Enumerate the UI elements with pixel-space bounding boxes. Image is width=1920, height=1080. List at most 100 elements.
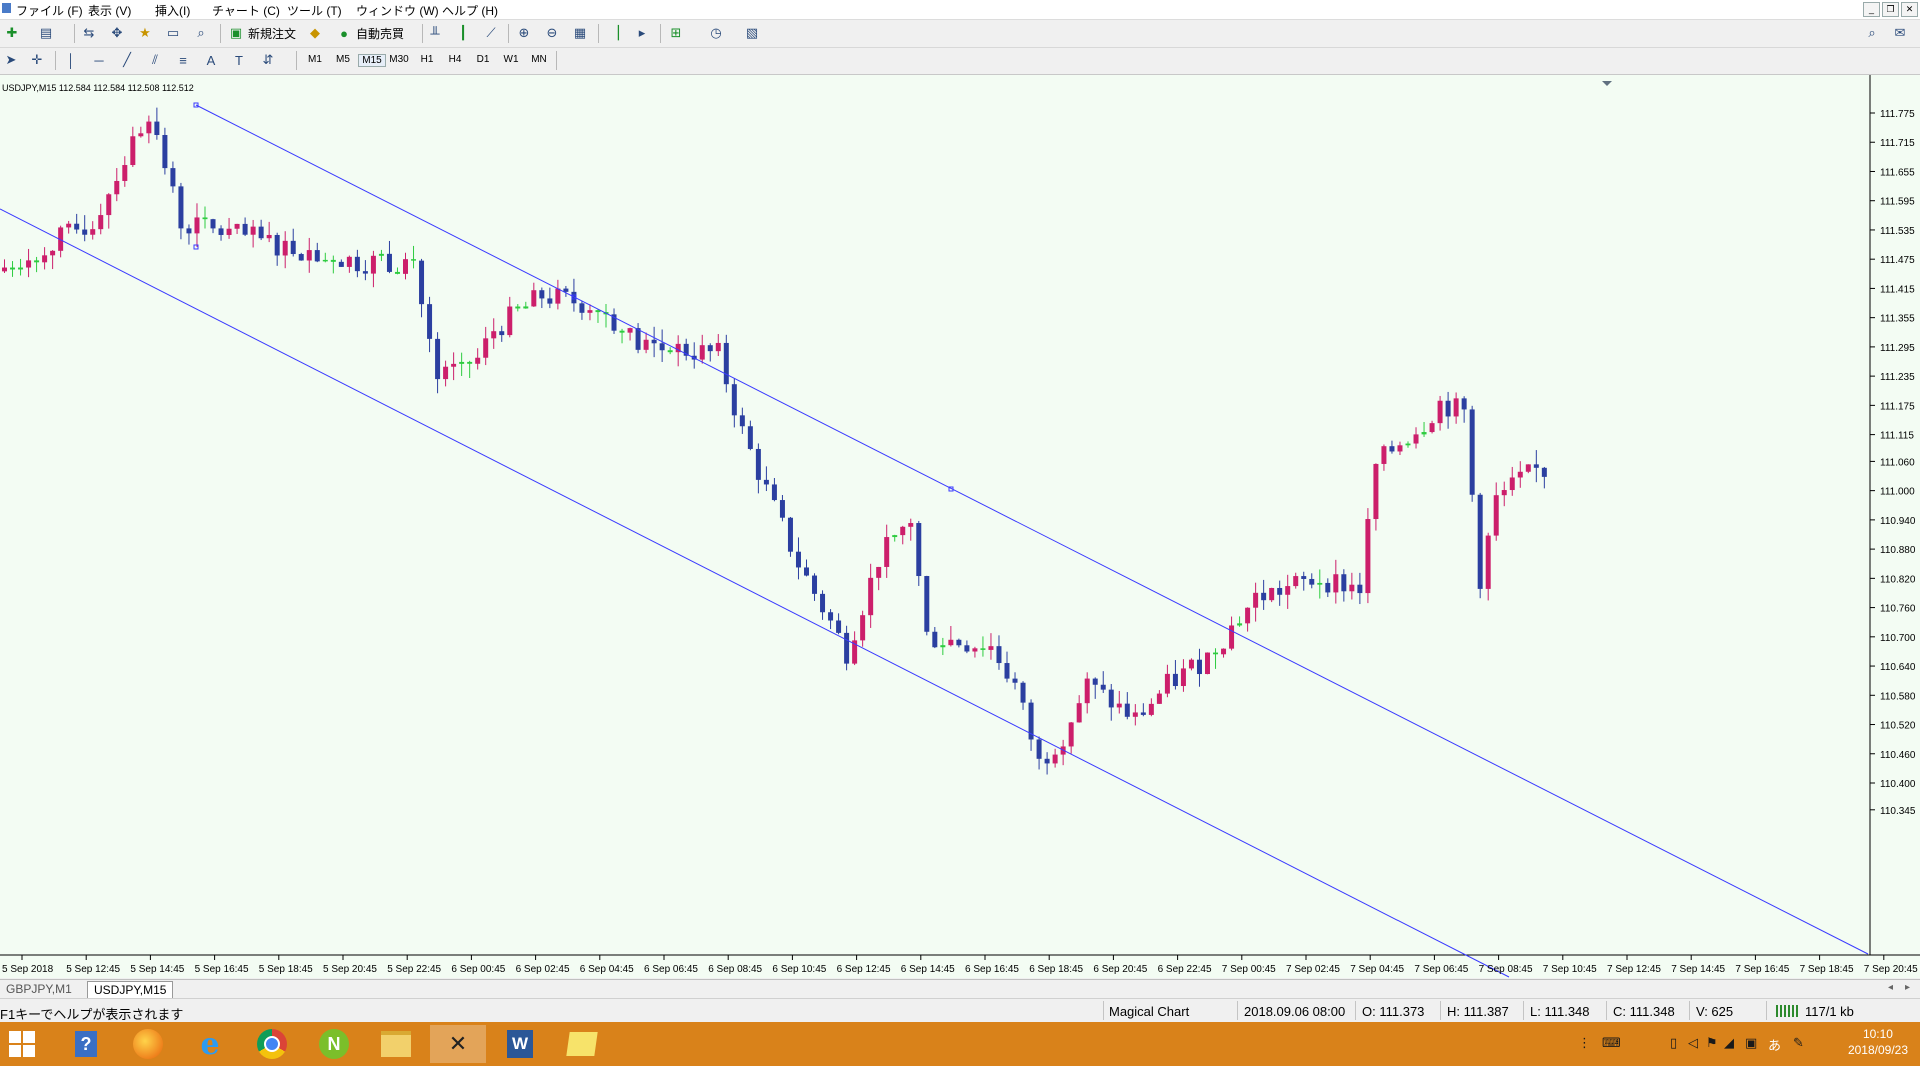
vertical-line-icon[interactable]: │ <box>61 50 81 70</box>
price-tick-label: 110.520 <box>1880 721 1916 732</box>
text-icon[interactable]: A <box>201 50 221 70</box>
auto-trading-icon[interactable]: ● <box>334 23 354 43</box>
app-icon[interactable] <box>2 3 11 13</box>
candle-body <box>443 366 449 380</box>
clock[interactable]: 10:10 2018/09/23 <box>1848 1026 1908 1058</box>
action-center-icon[interactable]: ▣ <box>1745 1035 1757 1051</box>
menu-window[interactable]: ウィンドウ (W) <box>356 2 439 19</box>
chat-icon[interactable]: ✉ <box>1890 23 1910 43</box>
candle-body <box>26 260 32 268</box>
tile-windows-icon[interactable]: ▦ <box>570 23 590 43</box>
horizontal-line-icon[interactable]: ─ <box>89 50 109 70</box>
new-order-button[interactable]: 新規注文 <box>248 25 296 42</box>
search-icon[interactable]: ⌕ <box>1862 23 1882 43</box>
app-n[interactable]: N <box>306 1025 362 1063</box>
text-label-icon[interactable]: T <box>229 50 249 70</box>
templates-icon[interactable]: ▧ <box>742 23 762 43</box>
data-window-icon[interactable]: ✥ <box>107 23 127 43</box>
time-tick-label: 6 Sep 10:45 <box>772 964 826 975</box>
candle-body <box>138 133 144 137</box>
arrows-icon[interactable]: ⇵ <box>258 50 278 70</box>
timeframe-d1[interactable]: D1 <box>470 54 496 65</box>
auto-trading-button[interactable]: 自動売買 <box>356 25 404 42</box>
candle-body <box>314 250 320 262</box>
timeframe-m30[interactable]: M30 <box>386 54 412 65</box>
minimize-icon[interactable]: _ <box>1863 2 1880 17</box>
candle-body <box>66 223 72 228</box>
flag-icon[interactable]: ⚑ <box>1706 1035 1718 1051</box>
scroll-right-icon[interactable]: ▸ <box>1905 982 1910 993</box>
candle-body <box>258 226 264 239</box>
scroll-left-icon[interactable]: ◂ <box>1888 982 1893 993</box>
ie-app[interactable]: e <box>182 1025 238 1063</box>
help-app[interactable]: ? <box>58 1025 114 1063</box>
menu-view[interactable]: 表示 (V) <box>88 2 131 19</box>
profiles-icon[interactable]: ▤ <box>36 23 56 43</box>
periods-icon[interactable]: ◷ <box>706 23 726 43</box>
price-chart[interactable]: 111.775 111.715 111.655 111.595 111.535 111.4… <box>0 75 1920 978</box>
ime-pad-icon[interactable]: ✎ <box>1793 1035 1804 1051</box>
menu-insert[interactable]: 挿入(I) <box>155 2 190 19</box>
metaeditor-icon[interactable]: ◆ <box>305 23 325 43</box>
timeframe-h1[interactable]: H1 <box>414 54 440 65</box>
fibonacci-icon[interactable]: ≡ <box>173 50 193 70</box>
candle-body <box>940 645 946 648</box>
price-tick-label: 110.820 <box>1880 574 1916 585</box>
timeframe-m15[interactable]: M15 <box>358 54 386 67</box>
menu-tools[interactable]: ツール (T) <box>287 2 342 19</box>
candle-body <box>1421 432 1427 435</box>
timeframe-m5[interactable]: M5 <box>330 54 356 65</box>
navigator-icon[interactable]: ★ <box>135 23 155 43</box>
tab-usdjpy[interactable]: USDJPY,M15 <box>87 981 174 998</box>
tab-gbpjpy[interactable]: GBPJPY,M1 <box>0 981 78 997</box>
candle-body <box>804 567 809 576</box>
menu-chart[interactable]: チャート (C) <box>212 2 280 19</box>
crosshair-icon[interactable]: ✛ <box>27 50 47 70</box>
firefox-app[interactable] <box>120 1025 176 1063</box>
keyboard-icon[interactable]: ⌨ <box>1602 1035 1621 1051</box>
timeframe-mn[interactable]: MN <box>526 54 552 65</box>
time-tick-label: 5 Sep 16:45 <box>195 964 249 975</box>
equidistant-channel-icon[interactable]: ⫽ <box>145 50 165 70</box>
candle <box>1469 405 1475 502</box>
explorer-app[interactable] <box>368 1025 424 1063</box>
chart-shift-icon[interactable]: ▕ <box>604 23 624 43</box>
zoom-out-icon[interactable]: ⊖ <box>542 23 562 43</box>
candle <box>1269 587 1275 603</box>
candle-body <box>1012 678 1018 683</box>
strategy-tester-icon[interactable]: ⌕ <box>191 23 211 43</box>
time-tick-label: 6 Sep 16:45 <box>965 964 1019 975</box>
timeframe-h4[interactable]: H4 <box>442 54 468 65</box>
word-app[interactable]: W <box>492 1025 548 1063</box>
new-chart-icon[interactable]: ✚ <box>2 23 22 43</box>
menu-help[interactable]: ヘルプ (H) <box>442 2 498 19</box>
candle-body <box>1092 678 1098 685</box>
indicators-icon[interactable]: ⊞ <box>666 23 686 43</box>
sticky-notes-app[interactable] <box>554 1025 610 1063</box>
new-order-icon[interactable]: ▣ <box>226 23 246 43</box>
ime-indicator[interactable]: あ <box>1768 1035 1781 1054</box>
line-chart-icon[interactable]: ⟋ <box>481 23 501 43</box>
zoom-in-icon[interactable]: ⊕ <box>514 23 534 43</box>
auto-scroll-icon[interactable]: ▸ <box>632 23 652 43</box>
candle <box>924 575 930 636</box>
status-datetime: 2018.09.06 08:00 <box>1244 1004 1346 1019</box>
trendline-icon[interactable]: ╱ <box>117 50 137 70</box>
chart-window[interactable]: 111.775 111.715 111.655 111.595 111.535 111.4… <box>0 75 1920 978</box>
market-watch-icon[interactable]: ⇆ <box>79 23 99 43</box>
network-icon[interactable]: ◢ <box>1724 1035 1734 1051</box>
timeframe-w1[interactable]: W1 <box>498 54 524 65</box>
bar-chart-icon[interactable]: ╨ <box>425 23 445 43</box>
timeframe-m1[interactable]: M1 <box>302 54 328 65</box>
chrome-app[interactable] <box>244 1025 300 1063</box>
close-icon[interactable]: ✕ <box>1901 2 1918 17</box>
metatrader-app[interactable]: ✕ <box>430 1025 486 1063</box>
candlestick-icon[interactable]: ┃ <box>453 23 473 43</box>
cursor-icon[interactable]: ➤ <box>1 50 21 70</box>
restore-icon[interactable]: ❐ <box>1882 2 1899 17</box>
volume-icon[interactable]: ◁ <box>1688 1035 1698 1051</box>
start-button[interactable] <box>0 1025 44 1063</box>
menu-file[interactable]: ファイル (F) <box>16 2 83 19</box>
battery-icon[interactable]: ▯ <box>1670 1035 1677 1051</box>
terminal-icon[interactable]: ▭ <box>163 23 183 43</box>
